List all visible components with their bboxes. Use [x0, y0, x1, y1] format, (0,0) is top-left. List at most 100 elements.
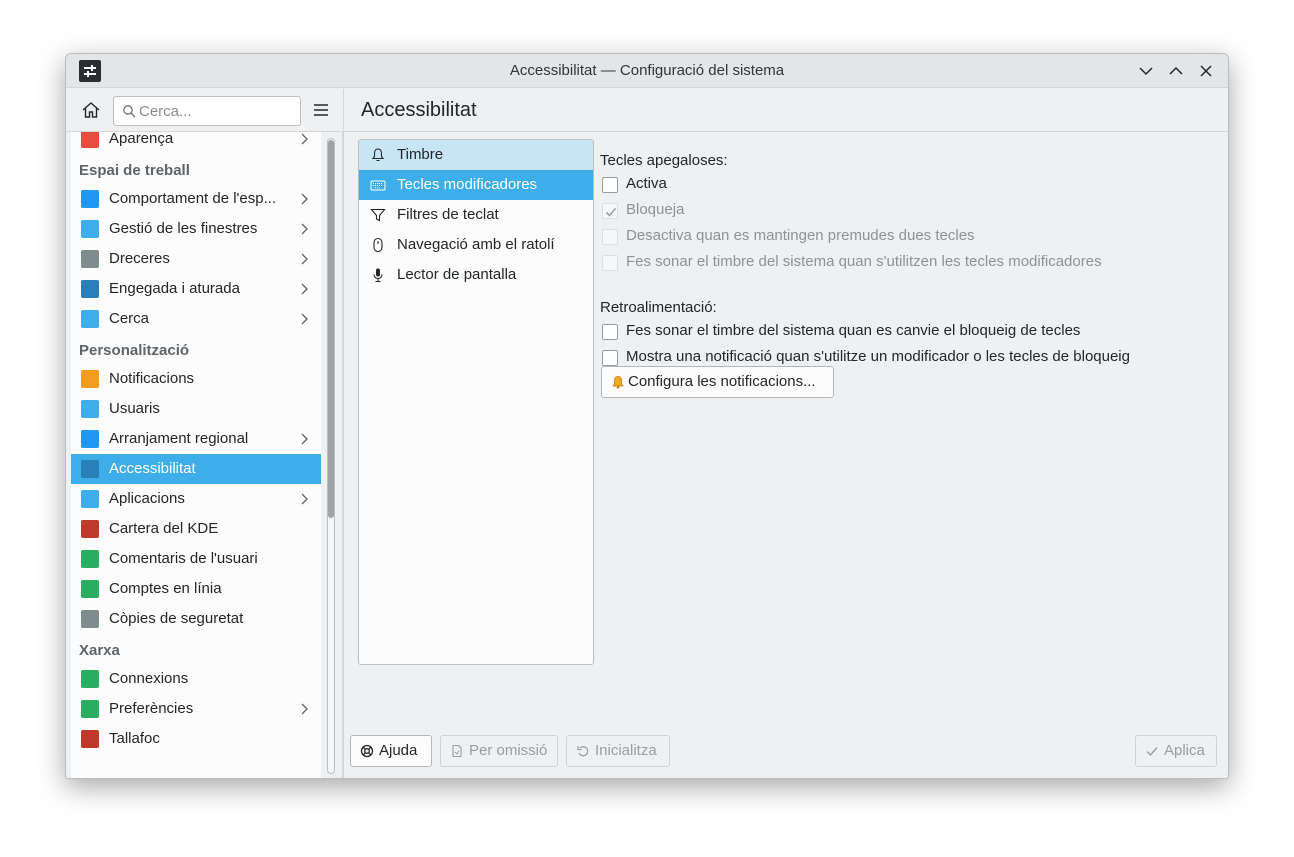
sidebar-item-11[interactable]: Accessibilitat	[71, 454, 321, 484]
chevron-right-icon	[297, 222, 311, 236]
keyboard-shortcuts-icon	[81, 250, 99, 268]
checkbox[interactable]	[602, 229, 618, 245]
chevron-right-icon	[301, 193, 308, 205]
sidebar-item-label: Tallafoc	[109, 730, 160, 747]
close-button[interactable]	[1196, 61, 1216, 81]
category-item-3[interactable]: Navegació amb el ratolí	[359, 230, 593, 260]
chevron-right-icon	[301, 253, 308, 265]
hamburger-menu-button[interactable]	[311, 100, 331, 120]
sidebar-item-8[interactable]: Notificacions	[71, 364, 321, 394]
configure-notifications-button[interactable]: Configura les notificacions...	[601, 366, 834, 398]
chevron-right-icon	[301, 283, 308, 295]
apply-button[interactable]: Aplica	[1135, 735, 1217, 767]
checkbox-label: Fes sonar el timbre del sistema quan es …	[626, 322, 1081, 339]
chevron-right-icon	[297, 432, 311, 446]
sidebar-item-9[interactable]: Usuaris	[71, 394, 321, 424]
checkbox-label: Bloqueja	[626, 201, 685, 218]
undo-icon	[577, 746, 589, 757]
search-settings-icon	[81, 310, 99, 328]
chevron-right-icon	[301, 223, 308, 235]
search-field[interactable]	[113, 96, 301, 126]
sidebar-item-16[interactable]: Còpies de seguretat	[71, 604, 321, 634]
bell-icon	[81, 370, 99, 388]
checkbox[interactable]	[602, 203, 618, 219]
chevron-down-icon	[1139, 67, 1153, 76]
sidebar-item-label: Connexions	[109, 670, 189, 687]
sidebar-item-label: Còpies de seguretat	[109, 610, 244, 627]
checkbox[interactable]	[602, 177, 618, 193]
sidebar-item-label: Accessibilitat	[109, 460, 196, 477]
category-label: Lector de pantalla	[397, 266, 517, 283]
chevron-right-icon	[301, 703, 308, 715]
sidebar-section-label: Personalització	[79, 342, 190, 359]
reset-button[interactable]: Inicialitza	[566, 735, 670, 767]
sidebar-item-18[interactable]: Connexions	[71, 664, 321, 694]
sidebar-item-label: Aparença	[109, 132, 174, 147]
sticky-keys-group-title: Tecles apegaloses:	[600, 152, 728, 169]
maximize-button[interactable]	[1166, 61, 1186, 81]
sidebar-item-label: Engegada i aturada	[109, 280, 240, 297]
sidebar-item-label: Cartera del KDE	[109, 520, 219, 537]
sidebar-item-19[interactable]: Preferències	[71, 694, 321, 724]
connections-icon	[81, 670, 99, 688]
feedback-group-title: Retroalimentació:	[600, 299, 717, 316]
filter-icon	[370, 208, 386, 222]
firewall-icon	[81, 730, 99, 748]
users-icon	[81, 400, 99, 418]
checkbox-label: Desactiva quan es mantingen premudes due…	[626, 227, 975, 244]
chevron-right-icon	[301, 493, 308, 505]
sidebar-item-5[interactable]: Engegada i aturada	[71, 274, 321, 304]
content-header: Accessibilitat	[343, 89, 1228, 132]
chevron-right-icon	[301, 433, 308, 445]
appearance-icon	[81, 132, 99, 148]
category-item-2[interactable]: Filtres de teclat	[359, 200, 593, 230]
sidebar-item-10[interactable]: Arranjament regional	[71, 424, 321, 454]
hamburger-menu-icon	[314, 104, 328, 116]
category-label: Tecles modificadores	[397, 176, 538, 193]
sidebar-item-14[interactable]: Comentaris de l'usuari	[71, 544, 321, 574]
sidebar-item-label: Comptes en línia	[109, 580, 222, 597]
document-icon	[452, 744, 462, 758]
regional-settings-icon	[81, 430, 99, 448]
checkbox[interactable]	[602, 255, 618, 271]
sidebar-item-13[interactable]: Cartera del KDE	[71, 514, 321, 544]
checkbox[interactable]	[602, 324, 618, 340]
sidebar-item-label: Comportament de l'esp...	[109, 190, 277, 207]
category-item-1[interactable]: Tecles modificadores	[359, 170, 593, 200]
sidebar-item-3[interactable]: Gestió de les finestres	[71, 214, 321, 244]
home-icon	[82, 102, 100, 118]
module-content: Timbre Tecles modificadores Filtres de tec…	[343, 132, 1228, 778]
category-item-0[interactable]: Timbre	[359, 140, 593, 170]
checkbox[interactable]	[602, 350, 618, 366]
sidebar-scrollbar-thumb[interactable]	[328, 140, 334, 518]
sidebar-item-4[interactable]: Dreceres	[71, 244, 321, 274]
sidebar-item-15[interactable]: Comptes en línia	[71, 574, 321, 604]
category-item-4[interactable]: Lector de pantalla	[359, 260, 593, 290]
defaults-button[interactable]: Per omissió	[440, 735, 558, 767]
chevron-right-icon	[297, 252, 311, 266]
accessibility-icon	[81, 460, 99, 478]
title-bar[interactable]: Accessibilitat — Configuració del sistem…	[66, 54, 1228, 88]
help-button[interactable]: Ajuda	[350, 735, 432, 767]
home-button[interactable]	[80, 99, 102, 121]
sidebar-item-2[interactable]: Comportament de l'esp...	[71, 184, 321, 214]
chevron-right-icon	[297, 702, 311, 716]
sidebar-item-label: Usuaris	[109, 400, 160, 417]
search-input[interactable]	[139, 101, 294, 121]
chevron-right-icon	[297, 492, 311, 506]
close-icon	[1200, 65, 1212, 77]
accessibility-category-list: Timbre Tecles modificadores Filtres de tec…	[358, 139, 594, 665]
chevron-right-icon	[301, 133, 308, 145]
chevron-right-icon	[297, 192, 311, 206]
checkbox-label: Activa	[626, 175, 667, 192]
sidebar-scrollbar[interactable]	[324, 136, 338, 776]
sidebar-section-label: Espai de treball	[79, 162, 190, 179]
bell-outline-icon	[371, 148, 385, 162]
sidebar-item-0[interactable]: Aparença	[71, 132, 321, 154]
sidebar-item-20[interactable]: Tallafoc	[71, 724, 321, 754]
sidebar-item-12[interactable]: Aplicacions	[71, 484, 321, 514]
sidebar-item-6[interactable]: Cerca	[71, 304, 321, 334]
chevron-right-icon	[297, 312, 311, 326]
sidebar: Aparença Espai de treball Comportament de …	[71, 132, 321, 778]
minimize-button[interactable]	[1136, 61, 1156, 81]
